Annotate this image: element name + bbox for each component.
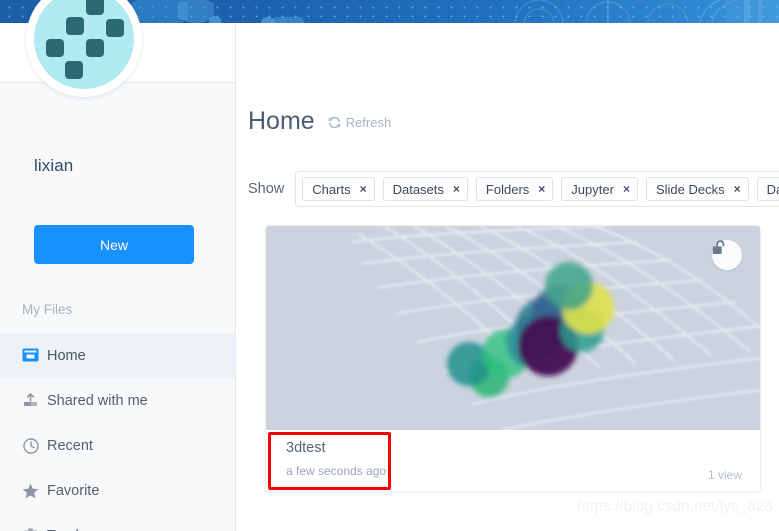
card-timestamp: a few seconds ago (286, 464, 387, 478)
show-label: Show (248, 181, 285, 197)
chip-label: Dashboards (766, 181, 779, 197)
sidebar-item-shared-with-me[interactable]: Shared with me (0, 378, 235, 423)
username-label: lixian (34, 156, 74, 175)
close-icon[interactable]: × (453, 182, 460, 196)
blocks-avatar-icon (34, 0, 134, 89)
sidebar-nav: Home Shared with me Recent Favorite (0, 333, 235, 531)
sidebar-section-my-files: My Files (22, 302, 73, 317)
refresh-label: Refresh (345, 115, 392, 130)
unlock-button[interactable] (712, 240, 742, 270)
sidebar-item-recent[interactable]: Recent (0, 423, 235, 468)
filter-chip-jupyter[interactable]: Jupyter × (561, 177, 638, 201)
sidebar-item-trash[interactable]: Trash (0, 513, 235, 531)
main-content: Home Refresh Show Charts × Datasets × Fo… (236, 23, 779, 531)
sidebar-item-favorite[interactable]: Favorite (0, 468, 235, 513)
filter-chip-dashboards[interactable]: Dashboards × (756, 177, 779, 201)
watermark-text: https://blog.csdn.net/lys_828 (577, 498, 773, 515)
app-root: lixian New My Files Home Shared with me … (0, 0, 779, 531)
card-title[interactable]: 3dtest (286, 440, 746, 456)
share-inbox-icon (22, 392, 39, 409)
filter-chip-group: Charts × Datasets × Folders × Jupyter × … (295, 171, 779, 207)
clock-icon (22, 437, 39, 454)
file-card[interactable]: 3dtest a few seconds ago 1 view (265, 225, 761, 492)
card-footer: 3dtest a few seconds ago 1 view (266, 430, 760, 491)
filter-chip-charts[interactable]: Charts × (302, 177, 375, 201)
avatar-wrapper (26, 0, 142, 97)
sidebar-item-label: Trash (47, 528, 84, 531)
3d-bubble-scatter-plot (266, 226, 760, 430)
filter-bar: Show Charts × Datasets × Folders × Jupyt… (248, 171, 779, 207)
chip-label: Charts (312, 181, 351, 197)
close-icon[interactable]: × (538, 182, 545, 196)
trash-icon (22, 527, 39, 531)
sidebar: lixian New My Files Home Shared with me … (0, 0, 236, 531)
page-header: Home Refresh (248, 107, 391, 136)
chip-label: Jupyter (571, 181, 614, 197)
sidebar-item-label: Favorite (47, 482, 100, 499)
chip-label: Datasets (392, 181, 444, 197)
chip-label: Folders (485, 181, 530, 197)
close-icon[interactable]: × (623, 182, 630, 196)
filter-chip-folders[interactable]: Folders × (475, 177, 554, 201)
filter-chip-datasets[interactable]: Datasets × (382, 177, 468, 201)
new-button[interactable]: New (34, 225, 194, 264)
inbox-icon (22, 347, 39, 364)
refresh-icon (328, 116, 341, 129)
refresh-button[interactable]: Refresh (328, 115, 392, 130)
page-title: Home (248, 107, 315, 135)
avatar[interactable] (26, 0, 142, 97)
star-icon (22, 482, 39, 499)
sidebar-item-label: Recent (47, 437, 93, 454)
card-view-count: 1 view (707, 468, 742, 482)
sidebar-item-label: Home (47, 347, 86, 364)
filter-chip-slide-decks[interactable]: Slide Decks × (645, 177, 749, 201)
sidebar-item-label: Shared with me (47, 392, 148, 409)
close-icon[interactable]: × (734, 182, 741, 196)
card-thumbnail[interactable] (266, 226, 760, 430)
sidebar-item-home[interactable]: Home (0, 333, 235, 378)
chip-label: Slide Decks (655, 181, 725, 197)
close-icon[interactable]: × (360, 182, 367, 196)
